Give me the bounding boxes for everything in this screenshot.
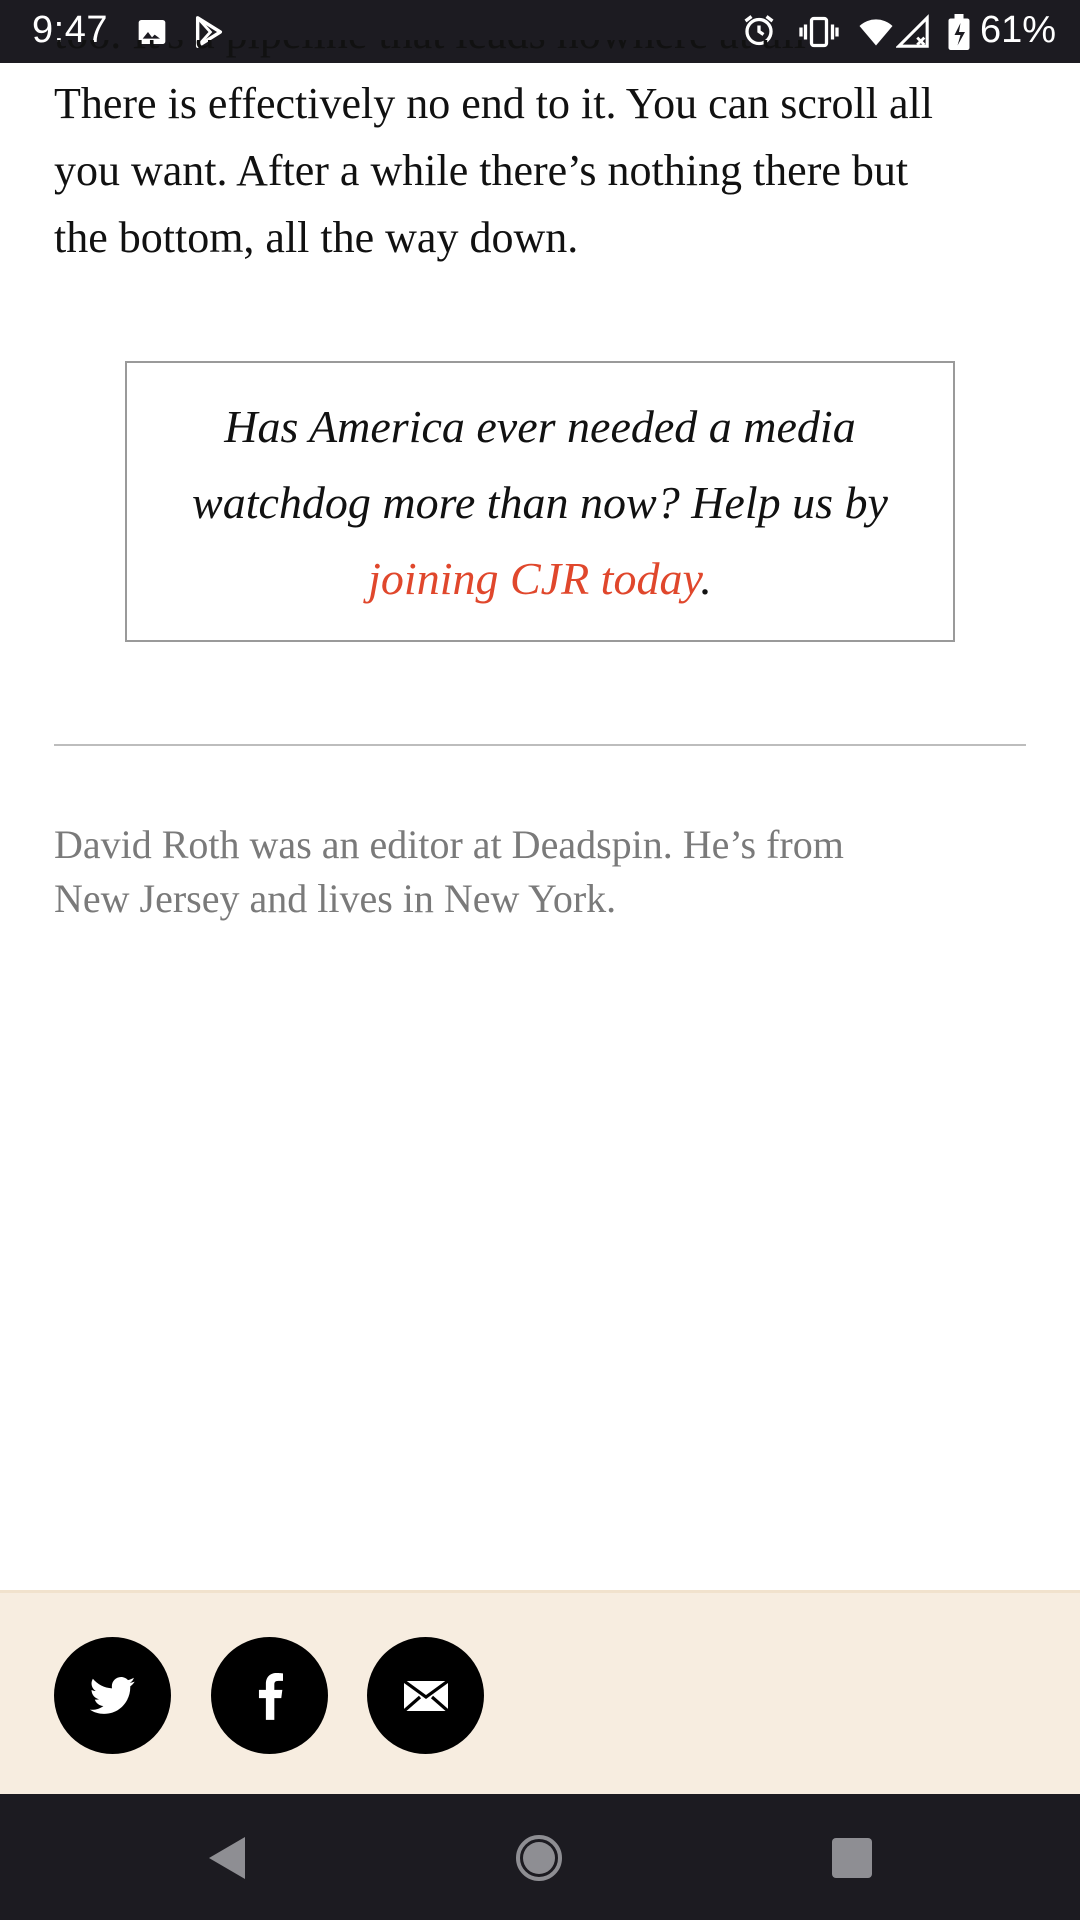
promo-line-1: Has America ever needed a media bbox=[224, 401, 856, 452]
email-share-button[interactable] bbox=[367, 1637, 484, 1754]
promo-line-3: joining CJR today. bbox=[127, 541, 953, 617]
author-bio-line-1: David Roth was an editor at Deadspin. He… bbox=[54, 822, 844, 867]
article-body: too. It's a pipeline that leads nowhere … bbox=[54, 40, 1034, 271]
twitter-icon bbox=[89, 1676, 135, 1714]
article-line: There is effectively no end to it. You c… bbox=[54, 79, 933, 128]
home-icon bbox=[516, 1835, 562, 1881]
back-icon bbox=[209, 1837, 245, 1879]
recents-icon bbox=[832, 1838, 872, 1878]
promo-trailing: . bbox=[700, 553, 712, 604]
facebook-icon bbox=[258, 1672, 283, 1720]
partial-line-text: too. It's a pipeline that leads nowhere … bbox=[54, 40, 806, 67]
divider bbox=[54, 744, 1026, 746]
author-bio-line-2: New Jersey and lives in New York. bbox=[54, 876, 617, 921]
join-cjr-link[interactable]: joining CJR today bbox=[368, 553, 700, 604]
facebook-share-button[interactable] bbox=[211, 1637, 328, 1754]
twitter-share-button[interactable] bbox=[54, 1637, 171, 1754]
navigation-bar bbox=[0, 1794, 1080, 1920]
home-button[interactable] bbox=[514, 1834, 564, 1882]
article-line: the bottom, all the way down. bbox=[54, 213, 579, 262]
partial-line: too. It's a pipeline that leads nowhere … bbox=[54, 40, 1034, 70]
article-line: you want. After a while there’s nothing … bbox=[54, 146, 909, 195]
membership-promo-box: Has America ever needed a media watchdog… bbox=[125, 361, 955, 642]
share-bar bbox=[0, 1590, 1080, 1794]
recents-button[interactable] bbox=[830, 1834, 874, 1882]
email-icon bbox=[403, 1680, 448, 1711]
author-bio: David Roth was an editor at Deadspin. He… bbox=[54, 818, 1034, 926]
promo-line-2: watchdog more than now? Help us by bbox=[192, 477, 888, 528]
back-button[interactable] bbox=[204, 1834, 250, 1882]
